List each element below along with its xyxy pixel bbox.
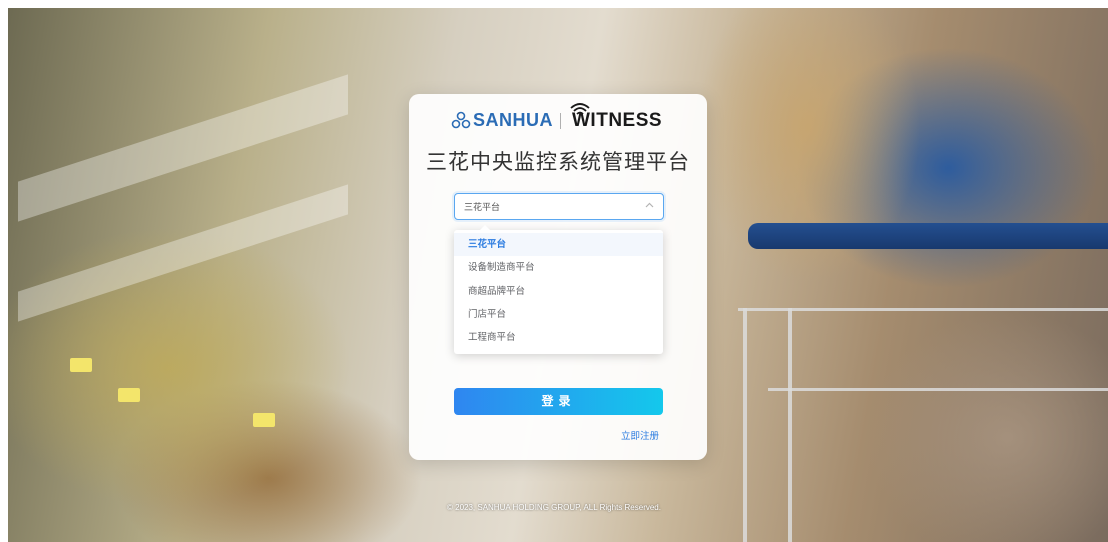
platform-select-value: 三花平台 [464, 203, 501, 213]
dropdown-option-manufacturer[interactable]: 设备制造商平台 [454, 256, 663, 279]
dropdown-arrow [480, 225, 490, 230]
dropdown-option-sanhua[interactable]: 三花平台 [454, 233, 663, 256]
page-title: 三花中央监控系统管理平台 [426, 150, 690, 174]
cart-frame [768, 388, 1108, 391]
logo-row: SANHUA WITNESS [409, 103, 707, 134]
sanhua-logo-text: SANHUA [473, 110, 554, 130]
cart-handle [748, 223, 1108, 249]
dropdown-option-supermarket-brand[interactable]: 商超品牌平台 [454, 280, 663, 303]
platform-select[interactable]: 三花平台 [454, 193, 664, 220]
register-link[interactable]: 立即注册 [621, 428, 659, 442]
dropdown-option-store[interactable]: 门店平台 [454, 303, 663, 326]
price-tag [253, 413, 275, 427]
dropdown-option-contractor[interactable]: 工程商平台 [454, 326, 663, 349]
price-tag [118, 388, 140, 402]
platform-dropdown: 三花平台 设备制造商平台 商超品牌平台 门店平台 工程商平台 [454, 225, 663, 354]
price-tag [70, 358, 92, 372]
cart-frame [738, 308, 1108, 311]
sanhua-logo-icon [451, 111, 471, 129]
login-button[interactable]: 登录 [454, 388, 663, 415]
copyright-footer: © 2023, SANHUA HOLDING GROUP, ALL Rights… [447, 503, 661, 512]
logo-divider [560, 113, 561, 129]
witness-logo-text: WITNESS [572, 110, 663, 131]
chevron-up-icon [645, 202, 654, 208]
